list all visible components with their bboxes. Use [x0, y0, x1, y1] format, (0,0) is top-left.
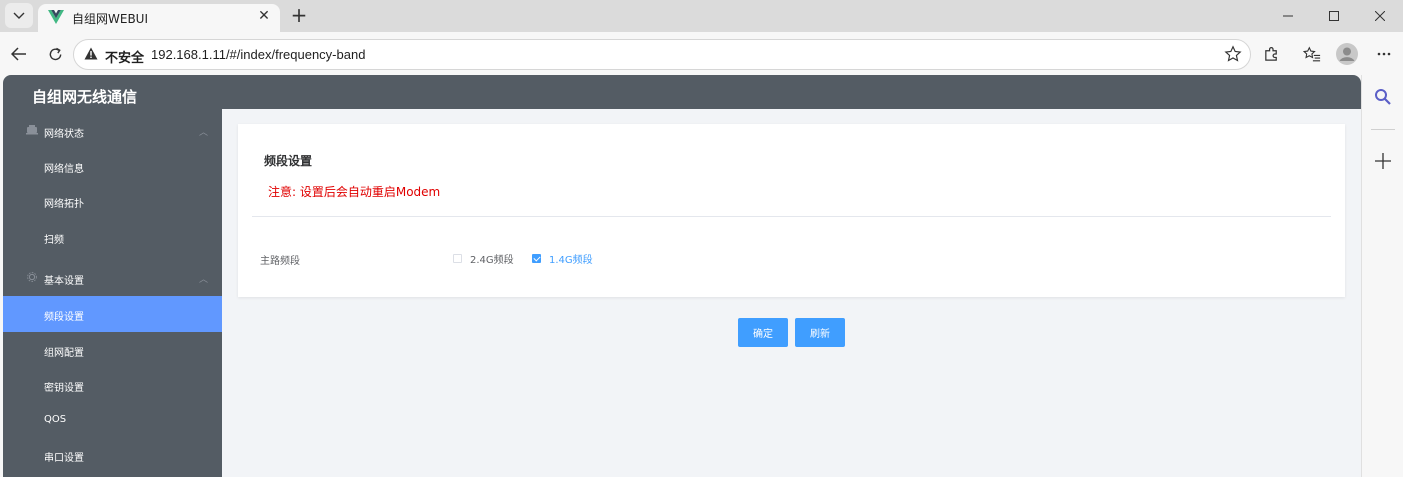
search-icon[interactable] — [1374, 88, 1392, 106]
browser-toolbar: 不安全 192.168.1.11/#/index/frequency-band — [0, 32, 1403, 75]
app-header: 自组网无线通信 — [3, 75, 1361, 109]
chevron-down-icon — [13, 12, 25, 19]
more-horizontal-icon — [1377, 52, 1391, 56]
sidebar-item-label: 密钥设置 — [44, 383, 84, 394]
sidebar-group-basic-settings[interactable]: 基本设置 ︿ — [3, 259, 222, 295]
sidebar-group-label: 网络状态 — [44, 129, 84, 140]
insecure-label: 不安全 — [105, 51, 145, 66]
frequency-band-card: 频段设置 注意: 设置后会自动重启Modem 主路频段 2.4G频段 1.4G频… — [238, 124, 1345, 297]
tab-list-button[interactable] — [5, 3, 33, 28]
sidebar-item-label: 频段设置 — [44, 312, 84, 323]
checkbox-2-4g[interactable]: 2.4G频段 — [453, 251, 514, 266]
sidebar-item-network-info[interactable]: 网络信息 — [3, 148, 222, 184]
profile-button[interactable] — [1336, 43, 1358, 65]
puzzle-icon — [1264, 46, 1277, 61]
favorites-button[interactable] — [1301, 43, 1323, 65]
main-band-label: 主路频段 — [260, 256, 300, 267]
reload-icon — [49, 47, 61, 60]
window-close-button[interactable] — [1357, 0, 1403, 32]
new-tab-button[interactable]: + — [288, 4, 310, 26]
checkbox-box-checked[interactable] — [532, 253, 541, 263]
checkbox-label[interactable]: 2.4G频段 — [470, 251, 514, 266]
sidebar-item-key-settings[interactable]: 密钥设置 — [3, 367, 222, 403]
warning-icon — [84, 47, 98, 60]
sidebar: 网络状态 ︿ 网络信息 网络拓扑 扫频 基本设置 ︿ 频段设置 组网配置 密钥设… — [3, 109, 222, 477]
browser-side-panel — [1361, 75, 1403, 477]
gear-icon — [27, 272, 37, 282]
maximize-button[interactable] — [1311, 0, 1357, 32]
favorites-icon — [1303, 46, 1321, 61]
close-icon[interactable]: ✕ — [256, 8, 272, 24]
plus-icon[interactable] — [1375, 153, 1391, 169]
sidebar-item-network-config[interactable]: 组网配置 — [3, 332, 222, 368]
restart-warning-text: 注意: 设置后会自动重启Modem — [268, 185, 441, 199]
sidebar-item-frequency-band[interactable]: 频段设置 — [3, 296, 222, 332]
maximize-icon — [1329, 11, 1339, 21]
confirm-button[interactable]: 确定 — [738, 318, 788, 347]
checkbox-1-4g[interactable]: 1.4G频段 — [532, 251, 593, 266]
sidebar-item-serial-settings[interactable]: 串口设置 — [3, 437, 222, 473]
refresh-button[interactable]: 刷新 — [795, 318, 845, 347]
extensions-button[interactable] — [1260, 43, 1282, 65]
panel-divider — [1371, 129, 1395, 130]
close-icon — [1375, 11, 1385, 21]
sidebar-item-label: 网络拓扑 — [44, 199, 84, 210]
star-icon[interactable] — [1224, 45, 1242, 63]
sidebar-item-frequency-scan[interactable]: 扫频 — [3, 219, 222, 255]
arrow-left-icon — [11, 47, 26, 61]
back-button[interactable] — [6, 41, 32, 67]
sidebar-item-label: 串口设置 — [44, 453, 84, 464]
minimize-button[interactable] — [1265, 0, 1311, 32]
sidebar-item-network-topology[interactable]: 网络拓扑 — [3, 183, 222, 219]
sidebar-item-label: 扫频 — [44, 235, 64, 246]
sidebar-item-label: QOS — [44, 414, 67, 425]
url-text[interactable]: 192.168.1.11/#/index/frequency-band — [151, 47, 365, 62]
checkbox-box[interactable] — [453, 253, 462, 263]
sidebar-group-network-status[interactable]: 网络状态 ︿ — [3, 112, 222, 148]
reload-button[interactable] — [42, 41, 68, 67]
vue-logo-icon — [48, 10, 64, 24]
minimize-icon — [1283, 15, 1293, 17]
address-bar[interactable]: 不安全 192.168.1.11/#/index/frequency-band — [73, 39, 1251, 70]
browser-tab[interactable]: 自组网WEBUI ✕ — [38, 4, 280, 32]
more-menu-button[interactable] — [1373, 43, 1395, 65]
divider — [252, 216, 1331, 217]
sidebar-item-qos[interactable]: QOS — [3, 402, 222, 438]
tab-title: 自组网WEBUI — [72, 12, 149, 26]
chevron-up-icon: ︿ — [199, 275, 209, 285]
checkbox-label[interactable]: 1.4G频段 — [549, 251, 593, 266]
page-viewport: 自组网无线通信 网络状态 ︿ 网络信息 网络拓扑 扫频 基本设置 ︿ 频段设置 … — [3, 75, 1361, 477]
chevron-up-icon: ︿ — [199, 128, 209, 138]
sidebar-item-label: 组网配置 — [44, 348, 84, 359]
sidebar-item-label: 网络信息 — [44, 164, 84, 175]
page-title: 频段设置 — [264, 154, 313, 168]
avatar-icon — [1336, 43, 1358, 65]
browser-tab-strip: 自组网WEBUI ✕ + — [0, 0, 1403, 32]
monitor-icon — [26, 125, 38, 135]
app-title: 自组网无线通信 — [32, 88, 138, 106]
sidebar-group-label: 基本设置 — [44, 276, 84, 287]
